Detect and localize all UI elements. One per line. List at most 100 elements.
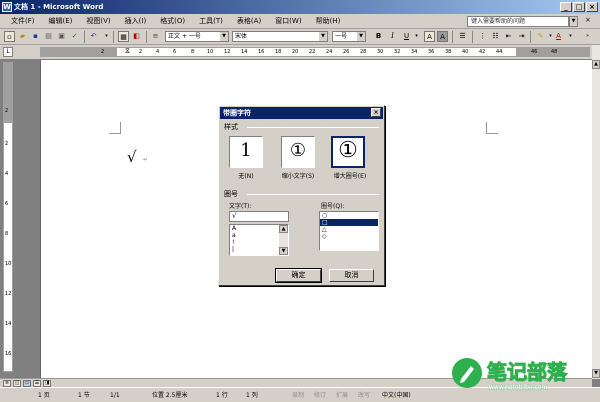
style-value: 正文 + 一号 (168, 33, 201, 40)
chevron-down-icon[interactable]: ▼ (220, 32, 228, 41)
open-icon[interactable]: ▰ (17, 31, 28, 42)
enclosure-label: 圈号(Q): (321, 203, 345, 210)
ruler-number: 14 (241, 49, 248, 55)
ruler-row: L ⧖ 2 2 4 6 8 10 12 14 16 18 20 22 24 26… (0, 45, 600, 59)
help-search-input[interactable]: 键入需要帮助的问题 (467, 16, 569, 27)
bold-button[interactable]: B (373, 31, 384, 42)
chevron-down-icon[interactable]: ▼ (319, 32, 327, 41)
menu-file[interactable]: 文件(F) (4, 14, 42, 29)
font-color-button[interactable]: A (553, 31, 564, 42)
styles-pane-icon[interactable]: ≡ (150, 31, 161, 42)
menu-tools[interactable]: 工具(T) (192, 14, 230, 29)
font-select[interactable]: 宋体 ▼ (232, 31, 328, 42)
toolbar-options-icon[interactable]: » (582, 31, 593, 42)
ruler-number: 16 (258, 49, 265, 55)
window-title: 文档 1 - Microsoft Word (14, 3, 104, 11)
print-view-icon[interactable]: ▭ (23, 380, 31, 387)
style-select[interactable]: 正文 + 一号 ▼ (165, 31, 229, 42)
style-option-none[interactable]: 1 (229, 136, 263, 168)
scroll-down-icon[interactable]: ▼ (279, 247, 288, 255)
document-text[interactable]: √ (127, 148, 137, 166)
status-ovr[interactable]: 改写 (358, 388, 370, 402)
menu-format[interactable]: 格式(O) (153, 14, 192, 29)
print-icon[interactable]: ▤ (43, 31, 54, 42)
ruler-number: 24 (326, 49, 333, 55)
toolbar-separator (84, 31, 85, 43)
ruler-number: 2 (5, 108, 9, 114)
insert-table-icon[interactable]: ▦ (118, 31, 129, 42)
watermark-url: www.notetribe.com (489, 384, 548, 391)
listbox-scrollbar[interactable]: ▲ ▼ (279, 225, 288, 255)
paragraph-mark: ↵ (143, 156, 149, 163)
close-button[interactable]: × (586, 2, 598, 12)
ruler-number: 26 (343, 49, 350, 55)
drawing-icon[interactable]: ◧ (131, 31, 142, 42)
chevron-down-icon[interactable]: ▼ (357, 32, 365, 41)
enclosure-item[interactable]: ◇ (320, 233, 378, 240)
undo-dropdown-icon[interactable]: ▾ (101, 31, 112, 42)
char-shade-button[interactable]: A (437, 31, 448, 42)
status-ext[interactable]: 扩展 (336, 388, 348, 402)
save-icon[interactable]: ▪ (30, 31, 41, 42)
enclosure-listbox[interactable]: ○ □ △ ◇ (319, 211, 379, 251)
menu-edit[interactable]: 编辑(E) (42, 14, 80, 29)
status-position: 位置 2.5厘米 (152, 392, 188, 399)
status-rec[interactable]: 录制 (292, 388, 304, 402)
cancel-button[interactable]: 取消 (329, 269, 374, 282)
web-view-icon[interactable]: ◫ (13, 380, 21, 387)
font-color-dropdown-icon[interactable]: ▾ (565, 31, 576, 42)
menu-insert[interactable]: 插入(I) (118, 14, 154, 29)
enclosure-item[interactable]: □ (320, 219, 378, 226)
minimize-button[interactable]: _ (560, 2, 572, 12)
normal-view-icon[interactable]: ≡ (3, 380, 11, 387)
italic-button[interactable]: I (387, 31, 398, 42)
group-divider (247, 194, 379, 195)
menu-help[interactable]: 帮助(H) (309, 14, 348, 29)
maximize-button[interactable]: □ (573, 2, 585, 12)
pen-logo-icon (452, 358, 482, 388)
status-section: 1 节 (78, 392, 90, 399)
enclosure-item[interactable]: △ (320, 226, 378, 233)
char-border-button[interactable]: A (424, 31, 435, 42)
menu-view[interactable]: 视图(V) (79, 14, 117, 29)
help-dropdown-icon[interactable]: ▼ (569, 16, 578, 27)
ok-button[interactable]: 确定 (275, 268, 322, 283)
style-option-enlarge-symbol[interactable]: ① (331, 136, 365, 168)
vertical-ruler[interactable]: 2 2 4 6 8 10 12 14 16 (3, 62, 13, 372)
size-select[interactable]: 一号 ▼ (332, 31, 366, 42)
size-value: 一号 (335, 33, 348, 40)
font-value: 宋体 (235, 33, 248, 40)
menu-window[interactable]: 窗口(W) (268, 14, 308, 29)
ruler-number: 2 (101, 49, 105, 55)
text-listbox[interactable]: A a ! | ▲ ▼ (229, 224, 289, 256)
status-trk[interactable]: 修订 (314, 388, 326, 402)
document-close-button[interactable]: × (585, 16, 591, 24)
outline-view-icon[interactable]: ☰ (33, 380, 41, 387)
scroll-up-icon[interactable]: ▲ (592, 60, 600, 69)
menu-table[interactable]: 表格(A) (230, 14, 268, 29)
print-preview-icon[interactable]: ▣ (56, 31, 67, 42)
style-option-shrink-text[interactable]: ① (281, 136, 315, 168)
underline-dropdown-icon[interactable]: ▾ (411, 31, 422, 42)
undo-icon[interactable]: ↶ (88, 31, 99, 42)
tab-selector[interactable]: L (3, 47, 13, 57)
enclose-characters-dialog: 带圈字符 × 样式 1 ① ① 无(N) 缩小文字(S) 增大圈号(E) 圈号 … (218, 105, 385, 286)
reading-view-icon[interactable]: ◨ (43, 380, 51, 387)
increase-indent-icon[interactable]: ⇥ (516, 31, 527, 42)
bullets-icon[interactable]: ☷ (490, 31, 501, 42)
style-caption-enlarge: 增大圈号(E) (333, 173, 367, 180)
indent-marker-icon[interactable]: ⧖ (125, 47, 130, 55)
scroll-up-icon[interactable]: ▲ (279, 225, 288, 233)
decrease-indent-icon[interactable]: ⇤ (503, 31, 514, 42)
ruler-number: 44 (496, 49, 503, 55)
vertical-scrollbar[interactable]: ▲ ▼ (592, 45, 600, 379)
align-icon[interactable]: ☰ (457, 31, 468, 42)
ruler-number: 4 (156, 49, 160, 55)
new-icon[interactable]: ▫ (4, 31, 15, 42)
enclosure-item[interactable]: ○ (320, 212, 378, 219)
text-input[interactable]: √ (229, 211, 289, 222)
numbering-icon[interactable]: ⋮ (477, 31, 488, 42)
horizontal-ruler[interactable]: ⧖ 2 2 4 6 8 10 12 14 16 18 20 22 24 26 2… (40, 47, 590, 57)
spelling-icon[interactable]: ✓ (69, 31, 80, 42)
dialog-close-button[interactable]: × (371, 108, 381, 117)
